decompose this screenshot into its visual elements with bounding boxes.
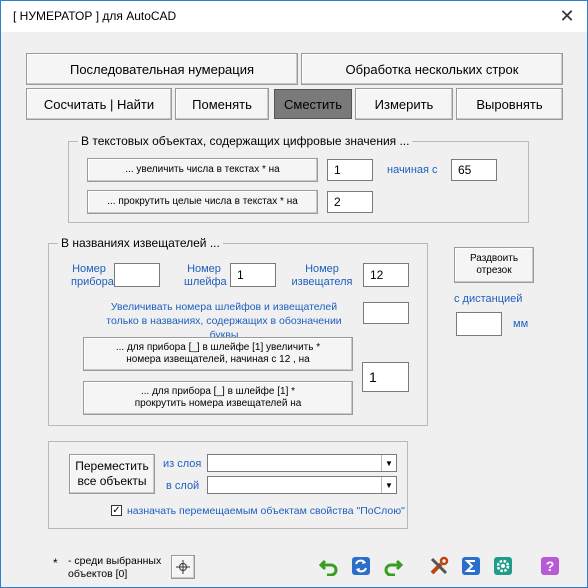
starting-from-field[interactable]: 65 [451,159,497,181]
tools-icon[interactable] [427,554,451,578]
tab-multiline-processing[interactable]: Обработка нескольких строк [301,53,563,85]
detector-number-field[interactable]: 12 [363,263,409,287]
tab-label: Последовательная нумерация [69,61,255,77]
refresh-icon[interactable] [349,554,373,578]
tab-label: Сосчитать | Найти [43,96,155,112]
tab-measure[interactable]: Измерить [355,88,453,120]
tab-label: Выровнять [476,96,543,112]
text-group-legend: В текстовых объектах, содержащих цифровы… [78,134,413,148]
from-layer-label: из слоя [163,458,202,470]
button-label: ... для прибора [_] в шлейфе [1] увеличи… [115,342,321,365]
crosshair-icon [176,560,190,574]
chevron-down-icon[interactable]: ▼ [381,477,396,493]
tab-sequential-numbering[interactable]: Последовательная нумерация [26,53,298,85]
redo-icon[interactable] [381,554,405,578]
button-label: Раздвоить отрезок [469,253,519,276]
footnote-star: * [53,556,58,570]
close-icon[interactable]: ✕ [555,5,579,27]
sum-icon[interactable] [459,554,483,578]
detector-amount-field[interactable]: 1 [362,362,409,392]
settings-gear-icon[interactable] [491,554,515,578]
distance-label: с дистанцией [454,293,523,305]
select-objects-button[interactable] [171,555,195,579]
scroll-detector-numbers-button[interactable]: ... для прибора [_] в шлейфе [1] * прокр… [83,381,353,415]
button-label: ... прокрутить целые числа в текстах * н… [107,196,298,207]
detector-number-label: Номер извещателя [291,263,353,288]
undo-icon[interactable] [317,554,341,578]
from-layer-select[interactable]: ▼ [207,454,397,472]
scroll-amount-field[interactable]: 2 [327,191,373,213]
button-label: Переместить все объекты [75,459,149,488]
letters-field[interactable] [363,302,409,324]
split-segment-button[interactable]: Раздвоить отрезок [454,247,534,283]
increase-numbers-button[interactable]: ... увеличить числа в текстах * на [87,158,318,182]
letters-only-note: Увеличивать номера шлейфов и извещателей… [106,301,342,341]
tab-swap[interactable]: Поменять [175,88,269,120]
svg-text:?: ? [546,558,555,574]
bylayer-checkbox-label: назначать перемещаемым объектам свойства… [127,505,405,517]
chevron-down-icon[interactable]: ▼ [381,455,396,471]
help-icon[interactable]: ? [538,554,562,578]
button-label: ... увеличить числа в текстах * на [125,164,280,175]
bylayer-checkbox[interactable]: ✓ [111,505,122,516]
tab-align[interactable]: Выровнять [456,88,563,120]
unit-label: мм [513,318,529,330]
detector-group-legend: В названиях извещателей ... [58,236,223,250]
tab-label: Поменять [192,96,252,112]
tab-count-find[interactable]: Сосчитать | Найти [26,88,172,120]
tab-shift[interactable]: Сместить [274,89,352,119]
device-number-label: Номер прибора [71,263,114,288]
tab-label: Сместить [284,96,342,112]
increase-detector-numbers-button[interactable]: ... для прибора [_] в шлейфе [1] увеличи… [83,337,353,371]
main-window: [ НУМЕРАТОР ] для AutoCAD ✕ Последовател… [0,0,588,588]
button-label: ... для прибора [_] в шлейфе [1] * прокр… [134,386,302,409]
to-layer-select[interactable]: ▼ [207,476,397,494]
starting-from-label: начиная с [387,164,438,176]
increase-amount-field[interactable]: 1 [327,159,373,181]
distance-field[interactable] [456,312,502,336]
tab-label: Обработка нескольких строк [345,61,519,77]
footnote-text: - среди выбранных объектов [0] [68,555,162,580]
loop-number-label: Номер шлейфа [184,263,227,288]
move-all-objects-button[interactable]: Переместить все объекты [69,454,155,494]
to-layer-label: в слой [166,480,200,492]
window-title: [ НУМЕРАТОР ] для AutoCAD [13,9,177,23]
scroll-integers-button[interactable]: ... прокрутить целые числа в текстах * н… [87,190,318,214]
device-number-field[interactable] [114,263,160,287]
loop-number-field[interactable]: 1 [230,263,276,287]
title-bar: [ НУМЕРАТОР ] для AutoCAD ✕ [1,1,587,32]
tab-label: Измерить [374,96,434,112]
